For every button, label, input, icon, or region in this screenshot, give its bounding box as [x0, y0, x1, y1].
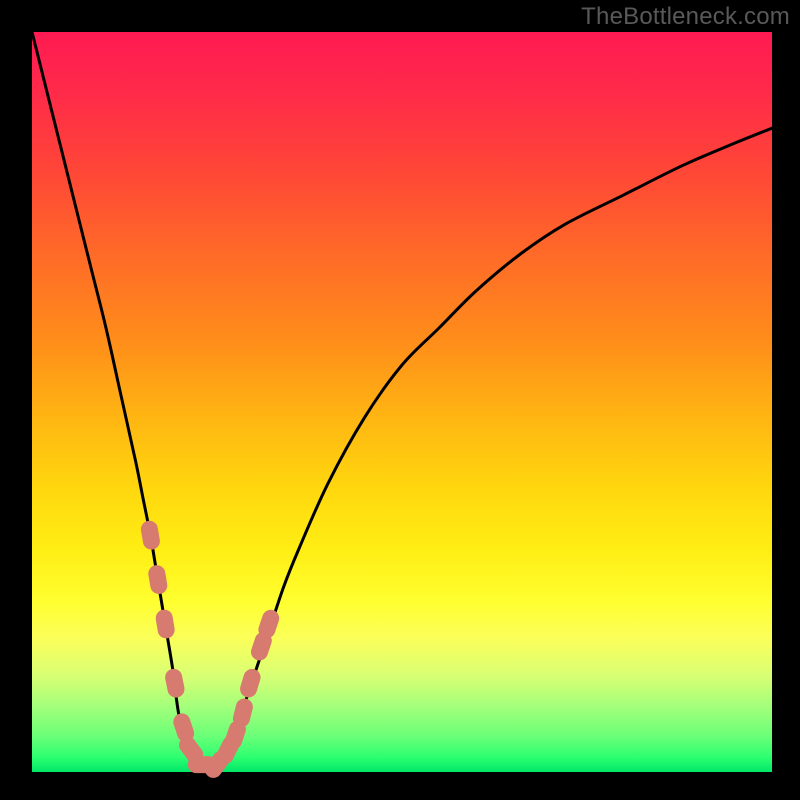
marker-point — [155, 609, 175, 639]
marker-point — [239, 667, 262, 698]
marker-point — [232, 697, 254, 728]
chart-svg — [0, 0, 800, 800]
curve-right-branch — [210, 128, 772, 768]
marker-point — [140, 520, 160, 550]
marker-group — [140, 520, 281, 781]
outer-frame: TheBottleneck.com — [0, 0, 800, 800]
curve-left-branch — [32, 32, 210, 768]
marker-point — [148, 564, 168, 594]
marker-point — [164, 668, 185, 699]
curve-group — [32, 32, 772, 768]
marker-point — [257, 608, 281, 640]
watermark-text: TheBottleneck.com — [581, 3, 790, 31]
